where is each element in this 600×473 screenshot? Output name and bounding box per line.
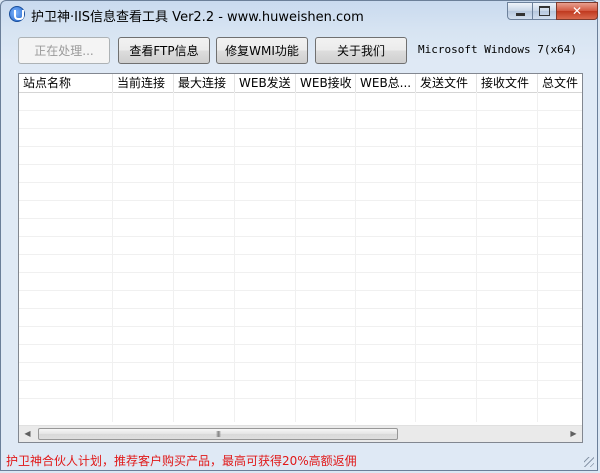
maximize-button[interactable] [532,2,557,20]
grid-row-line [19,398,582,399]
column-header-web-total[interactable]: WEB总... [356,74,416,92]
grid-row-line [19,110,582,111]
grid-row-line [19,164,582,165]
processing-button[interactable]: 正在处理... [18,37,110,64]
grid-row-line [19,182,582,183]
about-us-button[interactable]: 关于我们 [315,37,407,64]
os-info-label: Microsoft Windows 7(x64) [418,43,577,56]
grid-divider [415,92,416,422]
column-header-web-received[interactable]: WEB接收 [296,74,356,92]
grid-row-line [19,290,582,291]
column-header-files-sent[interactable]: 发送文件 [416,74,477,92]
grid-divider [355,92,356,422]
grid-divider [234,92,235,422]
grid-row-line [19,326,582,327]
view-ftp-button[interactable]: 查看FTP信息 [118,37,210,64]
grid-divider [476,92,477,422]
close-icon: ✕ [571,4,583,18]
grid-row-line [19,146,582,147]
minimize-button[interactable] [507,2,533,20]
column-header-max-connections[interactable]: 最大连接 [174,74,235,92]
grid-row-line [19,344,582,345]
window-title: 护卫神·IIS信息查看工具 Ver2.2 - www.huweishen.com [31,10,364,25]
list-header: 站点名称 当前连接 最大连接 WEB发送 WEB接收 WEB总... 发送文件 … [19,74,582,93]
close-button[interactable]: ✕ [556,2,598,20]
column-header-files-received[interactable]: 接收文件 [477,74,538,92]
grid-divider [537,92,538,422]
grid-row-line [19,308,582,309]
horizontal-scrollbar[interactable]: ◀ III ▶ [19,425,582,442]
repair-wmi-button[interactable]: 修复WMI功能 [216,37,308,64]
promo-status-link[interactable]: 护卫神合伙人计划，推荐客户购买产品，最高可获得20%高额返佣 [6,452,357,469]
site-list-view[interactable]: 站点名称 当前连接 最大连接 WEB发送 WEB接收 WEB总... 发送文件 … [18,73,583,443]
grid-row-line [19,236,582,237]
title-bar[interactable]: 护卫神·IIS信息查看工具 Ver2.2 - www.huweishen.com… [1,1,599,29]
grid-divider [295,92,296,422]
grip-icon: III [215,429,221,439]
grid-divider [112,92,113,422]
column-header-current-connections[interactable]: 当前连接 [113,74,174,92]
grid-row-line [19,272,582,273]
maximize-icon [539,6,550,16]
grid-row-line [19,380,582,381]
shield-icon [9,6,25,22]
column-header-web-sent[interactable]: WEB发送 [235,74,296,92]
column-header-total-files[interactable]: 总文件 [538,74,582,92]
grid-row-line [19,254,582,255]
grid-row-line [19,200,582,201]
scrollbar-thumb[interactable]: III [38,428,398,440]
minimize-icon [515,12,525,16]
column-header-site-name[interactable]: 站点名称 [19,74,113,92]
main-window: 护卫神·IIS信息查看工具 Ver2.2 - www.huweishen.com… [0,0,598,471]
arrow-right-icon[interactable]: ▶ [565,426,582,442]
grid-row-line [19,362,582,363]
resize-grip-icon[interactable] [584,457,594,467]
grid-row-line [19,218,582,219]
grid-row-line [19,128,582,129]
grid-divider [173,92,174,422]
arrow-left-icon[interactable]: ◀ [19,426,36,442]
